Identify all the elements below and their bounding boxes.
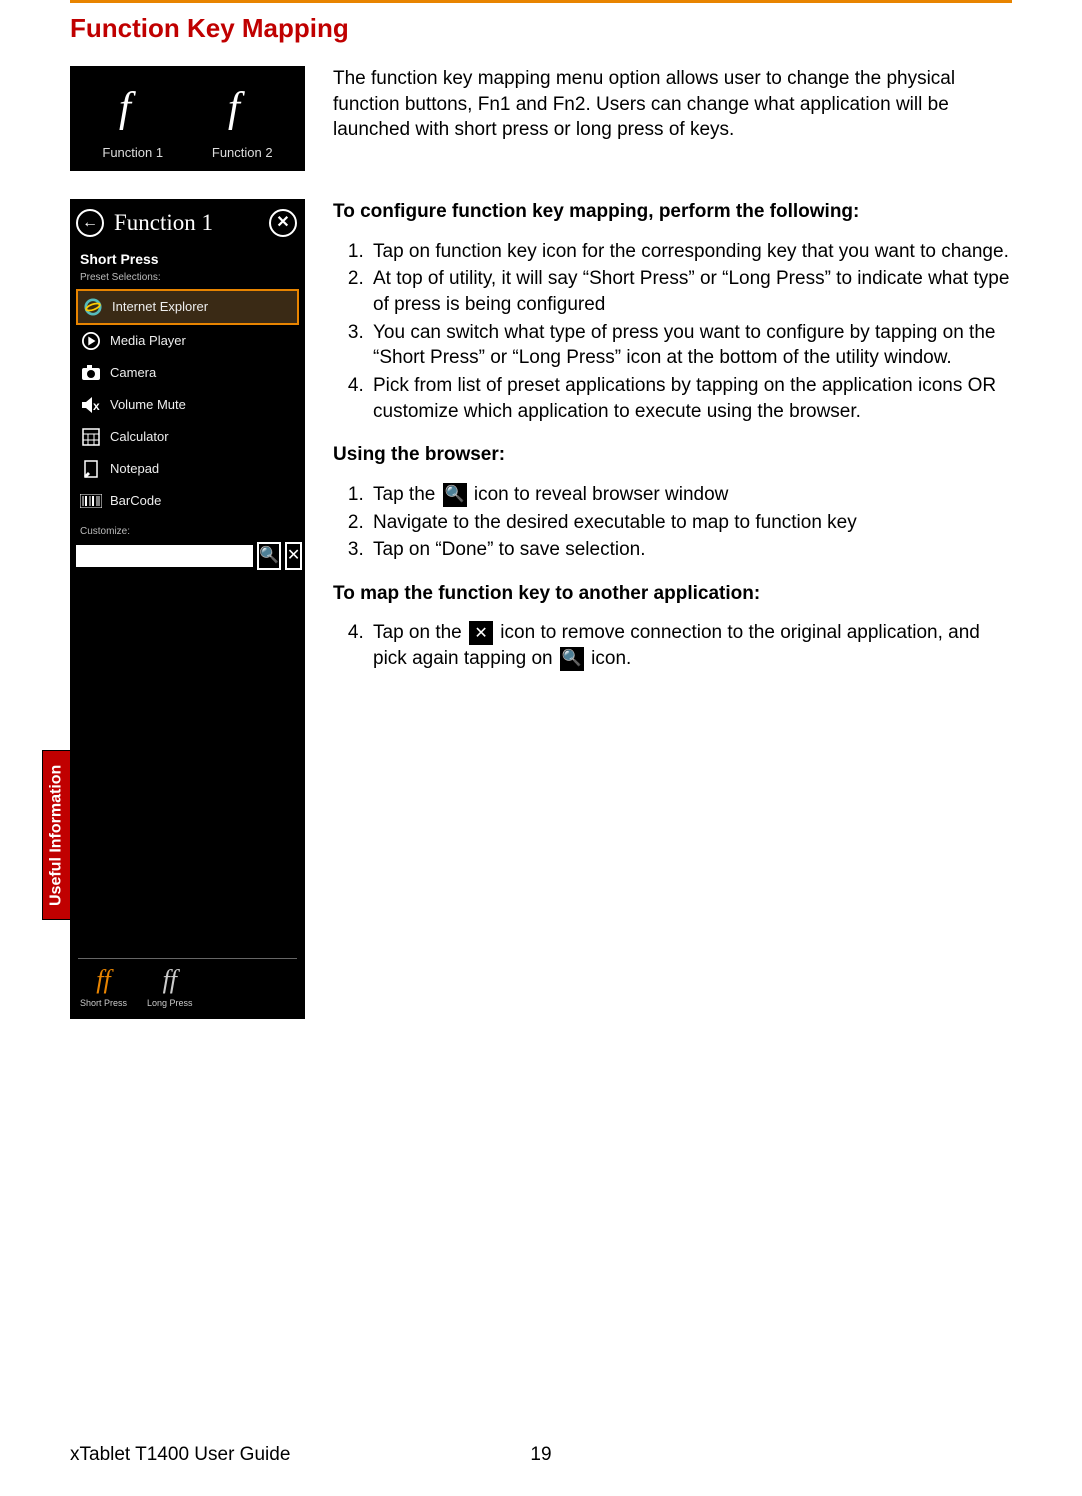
list-item: Tap on “Done” to save selection. [369,537,1012,563]
list-item: Tap on function key icon for the corresp… [369,239,1012,265]
preset-label: Internet Explorer [112,298,208,316]
search-icon: 🔍 [560,647,584,671]
preset-list: Internet Explorer Media Player Camera x Volu… [70,289,305,517]
preset-item-calc[interactable]: Calculator [76,421,299,453]
ie-icon [82,296,104,318]
remap-heading: To map the function key to another appli… [333,581,1012,607]
preset-item-ie[interactable]: Internet Explorer [76,289,299,325]
mute-icon: x [80,394,102,416]
list-item: Tap on the ✕ icon to remove connection t… [369,620,1012,671]
barcode-icon [80,490,102,512]
configure-heading: To configure function key mapping, perfo… [333,199,1012,225]
preset-label: Calculator [110,428,169,446]
page-footer: xTablet T1400 User Guide 19 [70,1442,1012,1468]
browser-steps: Tap the 🔍 icon to reveal browser windowN… [369,482,1012,563]
side-tab-useful-information: Useful Information [42,750,70,920]
browse-button[interactable]: 🔍 [257,542,281,570]
list-item: Pick from list of preset applications by… [369,373,1012,424]
list-item: Tap the 🔍 icon to reveal browser window [369,482,1012,508]
list-item: You can switch what type of press you wa… [369,320,1012,371]
close-icon: ✕ [287,545,300,567]
play-icon [80,330,102,352]
step-text: icon. [586,648,631,669]
customize-label: Customize: [70,517,305,543]
list-item: At top of utility, it will say “Short Pr… [369,266,1012,317]
close-button[interactable]: ✕ [269,209,297,237]
function-2-tile[interactable]: f Function 2 [212,76,273,162]
footer-guide-title: xTablet T1400 User Guide [70,1442,290,1468]
function-1-label: Function 1 [102,144,163,162]
ff-icon: ff [80,967,127,993]
long-press-label: Long Press [147,997,193,1009]
ff-icon: ff [147,967,193,993]
preset-item-play[interactable]: Media Player [76,325,299,357]
utility-title: Function 1 [114,207,259,238]
preset-label: Media Player [110,332,186,350]
list-item: Navigate to the desired executable to ma… [369,510,1012,536]
preset-label: BarCode [110,492,161,510]
close-icon: ✕ [276,212,289,234]
short-press-tab[interactable]: ff Short Press [80,967,127,1009]
remap-steps: Tap on the ✕ icon to remove connection t… [369,620,1012,671]
step-text: Tap on the [373,622,467,643]
preset-item-barcode[interactable]: BarCode [76,485,299,517]
configure-steps: Tap on function key icon for the corresp… [369,239,1012,424]
instructions-column: To configure function key mapping, perfo… [333,199,1012,1019]
preset-item-note[interactable]: Notepad [76,453,299,485]
step-text: icon to reveal browser window [469,484,729,505]
section-title: Function Key Mapping [70,11,1012,46]
browser-heading: Using the browser: [333,442,1012,468]
svg-text:x: x [93,399,100,413]
camera-icon [80,362,102,384]
note-icon [80,458,102,480]
function-1-tile[interactable]: f Function 1 [102,76,163,162]
function-key-tiles: f Function 1 f Function 2 [70,66,305,171]
clear-button[interactable]: ✕ [285,542,302,570]
top-rule [70,0,1012,3]
short-press-label: Short Press [80,997,127,1009]
preset-label: Camera [110,364,156,382]
intro-paragraph: The function key mapping menu option all… [333,66,1012,171]
preset-label: Notepad [110,460,159,478]
preset-selections-label: Preset Selections: [70,271,305,289]
preset-label: Volume Mute [110,396,186,414]
utility-screenshot: ← Function 1 ✕ Short Press Preset Select… [70,199,305,1019]
long-press-tab[interactable]: ff Long Press [147,967,193,1009]
divider [78,958,297,959]
back-button[interactable]: ← [76,209,104,237]
function-f-icon: f [103,76,163,136]
preset-item-camera[interactable]: Camera [76,357,299,389]
arrow-left-icon: ← [82,212,98,234]
search-icon: 🔍 [259,545,279,567]
step-text: Tap the [373,484,441,505]
function-f-icon: f [212,76,272,136]
svg-text:f: f [228,83,246,130]
page-number: 19 [530,1442,551,1468]
press-type-label: Short Press [70,244,305,271]
search-icon: 🔍 [443,483,467,507]
calc-icon [80,426,102,448]
function-2-label: Function 2 [212,144,273,162]
svg-text:f: f [119,83,137,130]
customize-input[interactable] [76,545,253,567]
close-icon: ✕ [469,621,493,645]
preset-item-mute[interactable]: x Volume Mute [76,389,299,421]
